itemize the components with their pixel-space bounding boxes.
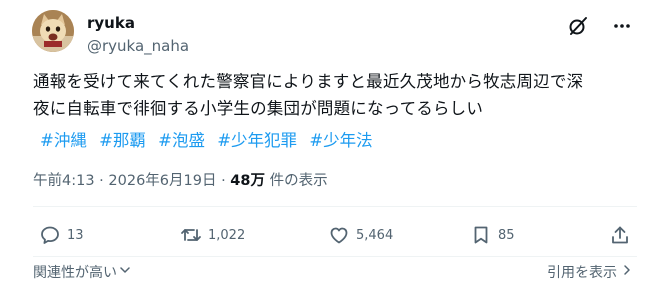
cat-avatar-icon	[32, 10, 74, 52]
post-date[interactable]: 2026年6月19日	[108, 173, 216, 189]
divider	[33, 256, 637, 257]
share-icon	[609, 224, 631, 246]
post-meta: 午前4:13 · 2026年6月19日 · 48万 件の表示	[33, 172, 328, 190]
share-button[interactable]	[609, 224, 631, 246]
post-time[interactable]: 午前4:13	[33, 173, 95, 189]
tweet: ryuka @ryuka_naha 通報を受けて来てくれた警察官によりますと最近…	[0, 0, 655, 290]
meta-separator: ·	[99, 173, 104, 189]
reply-button[interactable]: 13	[39, 224, 84, 246]
views-count: 48万	[230, 173, 265, 189]
meta-separator: ·	[221, 173, 226, 189]
heart-icon	[328, 224, 350, 246]
like-count: 5,464	[356, 227, 394, 243]
chevron-right-icon	[621, 264, 633, 280]
reply-controls: 関連性が高い 引用を表示	[33, 262, 637, 282]
reply-icon	[39, 224, 61, 246]
more-icon[interactable]	[611, 15, 633, 37]
hashtag-list: #沖縄 #那覇 #泡盛 #少年犯罪 #少年法	[40, 127, 380, 154]
sort-label: 関連性が高い	[33, 265, 117, 281]
bookmark-icon	[470, 224, 492, 246]
display-name[interactable]: ryuka	[87, 14, 189, 32]
hashtag-naha[interactable]: #那覇	[99, 131, 146, 150]
grok-icon[interactable]	[567, 15, 589, 37]
repost-button[interactable]: 1,022	[180, 224, 245, 246]
avatar[interactable]	[32, 10, 74, 52]
post-text: 通報を受けて来てくれた警察官によりますと最近久茂地から牧志周辺で深 夜に自転車で…	[33, 68, 633, 122]
repost-count: 1,022	[208, 227, 246, 243]
view-quotes-link[interactable]: 引用を表示	[547, 262, 633, 282]
hashtag-okinawa[interactable]: #沖縄	[40, 131, 87, 150]
hashtag-awamori[interactable]: #泡盛	[158, 131, 205, 150]
like-button[interactable]: 5,464	[328, 224, 393, 246]
reply-count: 13	[67, 227, 84, 243]
user-info: ryuka @ryuka_naha	[87, 14, 189, 56]
view-quotes-label: 引用を表示	[547, 265, 617, 281]
chevron-down-icon	[119, 264, 131, 280]
bookmark-button[interactable]: 85	[470, 224, 515, 246]
sort-replies-dropdown[interactable]: 関連性が高い	[33, 262, 131, 282]
hashtag-juvenile-crime[interactable]: #少年犯罪	[217, 131, 297, 150]
header-actions	[567, 15, 633, 37]
hashtag-juvenile-law[interactable]: #少年法	[309, 131, 372, 150]
post-text-line: 通報を受けて来てくれた警察官によりますと最近久茂地から牧志周辺で深	[33, 72, 584, 91]
action-bar: 13 1,022 5,464 85	[33, 224, 637, 250]
user-handle[interactable]: @ryuka_naha	[87, 36, 189, 56]
divider	[33, 206, 637, 207]
views-label: 件の表示	[269, 173, 328, 189]
post-text-line: 夜に自転車で徘徊する小学生の集団が問題になってるらしい	[33, 99, 484, 118]
bookmark-count: 85	[498, 227, 515, 243]
repost-icon	[180, 224, 202, 246]
